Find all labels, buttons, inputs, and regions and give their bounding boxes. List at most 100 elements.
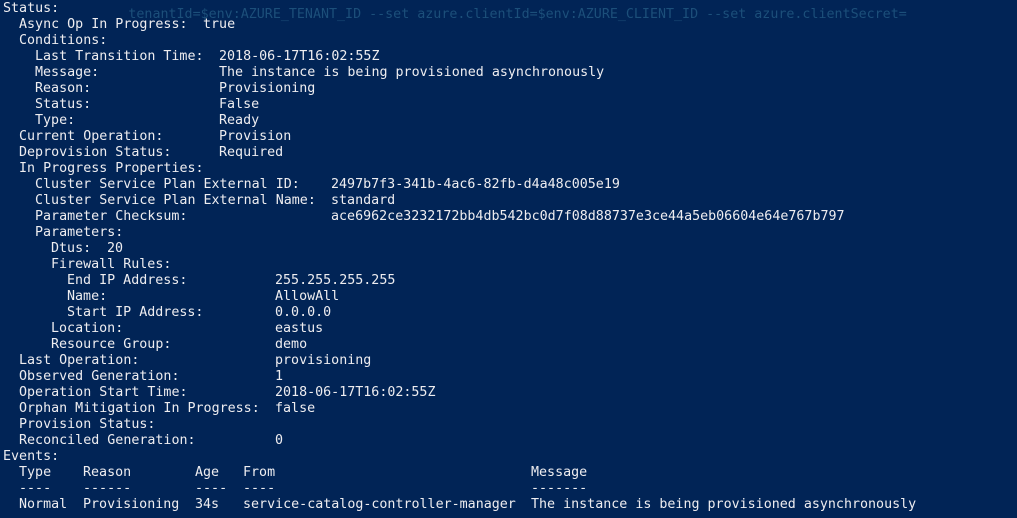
current-operation-label: Current Operation:: [19, 129, 164, 144]
event-row: Normal Provisioning 34s service-catalog-…: [0, 497, 916, 513]
orphan-mitigation-label: Orphan Mitigation In Progress:: [19, 401, 260, 416]
events-sep-message: -------: [531, 481, 588, 496]
condition-status-label: Status:: [35, 97, 92, 112]
current-operation-value: Provision: [219, 129, 292, 144]
deprovision-status-line: Deprovision Status: Required: [0, 145, 283, 161]
provision-status-label: Provision Status:: [19, 417, 156, 432]
message-label: Message:: [35, 65, 100, 80]
parameter-checksum-value: ace6962ce3232172bb4db542bc0d7f08d88737e3…: [331, 209, 845, 224]
provision-status-line: Provision Status:: [0, 417, 155, 433]
events-sep-from: ----: [243, 481, 276, 496]
async-op-label: Async Op In Progress:: [19, 17, 188, 32]
start-ip-value: 0.0.0.0: [275, 305, 332, 320]
parameters-header-line: Parameters:: [0, 225, 123, 241]
dtus-value: 20: [107, 241, 124, 256]
observed-generation-line: Observed Generation: 1: [0, 369, 283, 385]
parameters-header: Parameters:: [35, 225, 124, 240]
firewall-rules-header-line: Firewall Rules:: [0, 257, 171, 273]
events-col-type: Type: [19, 465, 52, 480]
reason-line: Reason: Provisioning: [0, 81, 315, 97]
events-separator-row: ---- ------ ---- ---- -------: [0, 481, 587, 497]
events-sep-type: ----: [19, 481, 52, 496]
last-transition-value: 2018-06-17T16:02:55Z: [219, 49, 380, 64]
last-transition-line: Last Transition Time: 2018-06-17T16:02:5…: [0, 49, 379, 65]
condition-type-line: Type: Ready: [0, 113, 259, 129]
deprovision-status-value: Required: [219, 145, 284, 160]
condition-status-line: Status: False: [0, 97, 259, 113]
reason-value: Provisioning: [219, 81, 316, 96]
operation-start-time-line: Operation Start Time: 2018-06-17T16:02:5…: [0, 385, 435, 401]
plan-external-id-value: 2497b7f3-341b-4ac6-82fb-d4a48c005e19: [331, 177, 620, 192]
rule-name-label: Name:: [67, 289, 108, 304]
current-operation-line: Current Operation: Provision: [0, 129, 291, 145]
operation-start-time-value: 2018-06-17T16:02:55Z: [275, 385, 436, 400]
conditions-header: Conditions:: [19, 33, 108, 48]
parameter-checksum-line: Parameter Checksum: ace6962ce3232172bb4d…: [0, 209, 845, 225]
last-operation-value: provisioning: [275, 353, 372, 368]
reason-label: Reason:: [35, 81, 92, 96]
deprovision-status-label: Deprovision Status:: [19, 145, 172, 160]
plan-external-id-label: Cluster Service Plan External ID:: [35, 177, 300, 192]
end-ip-value: 255.255.255.255: [275, 273, 396, 288]
event-reason: Provisioning: [83, 497, 180, 512]
async-op-value: true: [203, 17, 236, 32]
operation-start-time-label: Operation Start Time:: [19, 385, 188, 400]
dtus-label: Dtus:: [51, 241, 92, 256]
location-value: eastus: [275, 321, 324, 336]
ghost-prompt-text: [0, 514, 498, 518]
terminal-output: Status: Async Op In Progress: true Condi…: [0, 1, 916, 513]
resource-group-label: Resource Group:: [51, 337, 172, 352]
plan-external-name-line: Cluster Service Plan External Name: stan…: [0, 193, 395, 209]
event-age: 34s: [195, 497, 220, 512]
end-ip-line: End IP Address: 255.255.255.255: [0, 273, 395, 289]
event-message: The instance is being provisioned asynch…: [531, 497, 917, 512]
events-header: Events:: [3, 449, 60, 464]
in-progress-properties-line: In Progress Properties:: [0, 161, 204, 177]
resource-group-line: Resource Group: demo: [0, 337, 307, 353]
reconciled-generation-line: Reconciled Generation: 0: [0, 433, 283, 449]
plan-external-id-line: Cluster Service Plan External ID: 2497b7…: [0, 177, 620, 193]
events-sep-reason: ------: [83, 481, 132, 496]
plan-external-name-label: Cluster Service Plan External Name:: [35, 193, 316, 208]
condition-status-value: False: [219, 97, 260, 112]
events-header-line: Events:: [0, 449, 59, 465]
orphan-mitigation-value: false: [275, 401, 316, 416]
location-label: Location:: [51, 321, 124, 336]
last-operation-line: Last Operation: provisioning: [0, 353, 371, 369]
events-sep-age: ----: [195, 481, 228, 496]
message-value: The instance is being provisioned asynch…: [219, 65, 605, 80]
orphan-mitigation-line: Orphan Mitigation In Progress: false: [0, 401, 315, 417]
plan-external-name-value: standard: [331, 193, 396, 208]
start-ip-line: Start IP Address: 0.0.0.0: [0, 305, 331, 321]
condition-type-value: Ready: [219, 113, 260, 128]
async-op-line: Async Op In Progress: true: [0, 17, 235, 33]
events-col-from: From: [243, 465, 276, 480]
status-header: Status:: [3, 1, 60, 16]
parameter-checksum-label: Parameter Checksum:: [35, 209, 188, 224]
end-ip-label: End IP Address:: [67, 273, 188, 288]
location-line: Location: eastus: [0, 321, 323, 337]
start-ip-label: Start IP Address:: [67, 305, 204, 320]
last-transition-label: Last Transition Time:: [35, 49, 204, 64]
status-header-line: Status:: [0, 1, 59, 17]
event-from: service-catalog-controller-manager: [243, 497, 516, 512]
firewall-rules-header: Firewall Rules:: [51, 257, 172, 272]
dtus-line: Dtus: 20: [0, 241, 123, 257]
events-col-message: Message: [531, 465, 588, 480]
condition-type-label: Type:: [35, 113, 76, 128]
reconciled-generation-label: Reconciled Generation:: [19, 433, 196, 448]
in-progress-properties-header: In Progress Properties:: [19, 161, 204, 176]
reconciled-generation-value: 0: [275, 433, 284, 448]
events-col-reason: Reason: [83, 465, 132, 480]
rule-name-line: Name: AllowAll: [0, 289, 339, 305]
rule-name-value: AllowAll: [275, 289, 340, 304]
observed-generation-value: 1: [275, 369, 284, 384]
message-line: Message: The instance is being provision…: [0, 65, 604, 81]
resource-group-value: demo: [275, 337, 308, 352]
observed-generation-label: Observed Generation:: [19, 369, 180, 384]
events-column-headers: Type Reason Age From Message: [0, 465, 587, 481]
events-col-age: Age: [195, 465, 220, 480]
last-operation-label: Last Operation:: [19, 353, 140, 368]
conditions-header-line: Conditions:: [0, 33, 107, 49]
terminal-window[interactable]: tenantId=$env:AZURE_TENANT_ID --set azur…: [0, 0, 1017, 518]
